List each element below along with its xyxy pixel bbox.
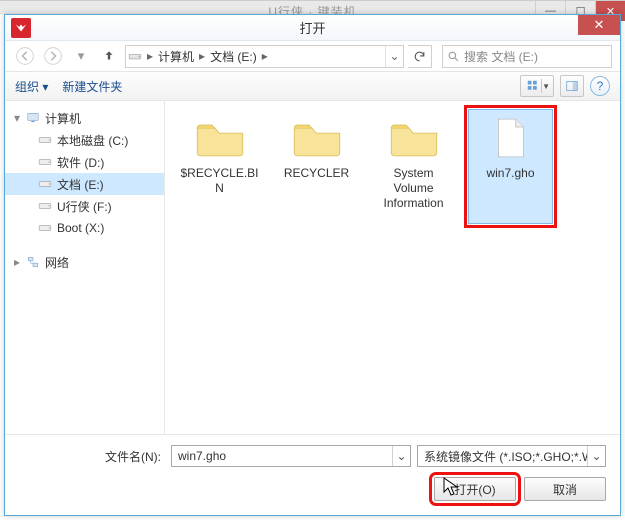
drive-icon: [37, 132, 53, 148]
filename-value: win7.gho: [172, 449, 392, 463]
nav-recent-dropdown[interactable]: ▾: [69, 44, 93, 68]
file-item-folder[interactable]: RECYCLER: [274, 109, 359, 224]
network-icon: [25, 254, 41, 270]
tree-node-drive[interactable]: Boot (X:): [5, 217, 164, 239]
file-label: win7.gho: [484, 166, 536, 181]
background-window: U行侠 · 键装机 — ☐ ✕: [0, 0, 625, 14]
dialog-titlebar: 打开 ✕: [5, 15, 620, 41]
folder-icon: [192, 114, 248, 162]
computer-icon: [25, 110, 41, 126]
file-item-folder[interactable]: $RECYCLE.BIN: [177, 109, 262, 224]
file-item-selected[interactable]: win7.gho: [468, 109, 553, 224]
file-icon: [483, 114, 539, 162]
tree-label: U行侠 (F:): [57, 198, 112, 215]
toolbar: 组织 ▾ 新建文件夹 ▼ ?: [5, 71, 620, 101]
dialog-footer: 文件名(N): win7.gho ⌄ 系统镜像文件 (*.ISO;*.GHO;*…: [5, 434, 620, 515]
help-button[interactable]: ?: [590, 76, 610, 96]
dialog-close-button[interactable]: ✕: [578, 15, 620, 35]
address-bar: ▾ ▸ 计算机 ▸ 文档 (E:) ▸ ⌄ 搜索 文档 (E:): [5, 41, 620, 71]
drive-icon: [37, 154, 53, 170]
nav-up-button[interactable]: [97, 44, 121, 68]
chevron-right-icon: ▸: [259, 49, 271, 63]
tree-node-computer[interactable]: ▾ 计算机: [5, 107, 164, 129]
file-item-folder[interactable]: System Volume Information: [371, 109, 456, 224]
open-button[interactable]: 打开(O): [434, 477, 516, 501]
new-folder-button[interactable]: 新建文件夹: [62, 78, 122, 95]
breadcrumb-field[interactable]: ▸ 计算机 ▸ 文档 (E:) ▸ ⌄: [125, 45, 404, 68]
filename-combo[interactable]: win7.gho ⌄: [171, 445, 411, 467]
drive-icon: [37, 220, 53, 236]
breadcrumb-folder[interactable]: 文档 (E:): [208, 48, 259, 65]
cancel-button[interactable]: 取消: [524, 477, 606, 501]
search-icon: [447, 50, 460, 63]
collapse-icon: ▾: [13, 111, 21, 125]
tree-node-drive-selected[interactable]: 文档 (E:): [5, 173, 164, 195]
search-input[interactable]: 搜索 文档 (E:): [442, 45, 612, 68]
tree-label: 文档 (E:): [57, 176, 104, 193]
chevron-right-icon: ▸: [196, 49, 208, 63]
refresh-button[interactable]: [408, 45, 432, 68]
chevron-down-icon: ⌄: [587, 446, 605, 466]
tree-label: 网络: [45, 254, 69, 271]
drive-icon: [37, 198, 53, 214]
view-mode-button[interactable]: ▼: [520, 75, 554, 97]
expand-icon: ▸: [13, 255, 21, 269]
breadcrumb-dropdown[interactable]: ⌄: [385, 46, 403, 67]
file-label: RECYCLER: [282, 166, 351, 181]
dialog-title: 打开: [299, 18, 325, 37]
file-label: $RECYCLE.BIN: [178, 166, 261, 196]
filename-label: 文件名(N):: [19, 448, 165, 465]
tree-node-network[interactable]: ▸ 网络: [5, 251, 164, 273]
open-file-dialog: 打开 ✕ ▾ ▸ 计算机 ▸ 文档 (E:) ▸ ⌄: [4, 14, 621, 516]
tree-label: 计算机: [45, 110, 81, 127]
tree-label: 本地磁盘 (C:): [57, 132, 128, 149]
breadcrumb-root[interactable]: 计算机: [156, 48, 196, 65]
tree-label: Boot (X:): [57, 221, 104, 235]
file-type-filter[interactable]: 系统镜像文件 (*.ISO;*.GHO;*.W ⌄: [417, 445, 606, 467]
navigation-pane: ▾ 计算机 本地磁盘 (C:) 软件 (D:) 文档 (E:) U行侠 (F:): [5, 101, 165, 434]
drive-icon: [37, 176, 53, 192]
folder-icon: [289, 114, 345, 162]
app-icon: [11, 18, 31, 38]
file-list-pane[interactable]: $RECYCLE.BIN RECYCLER System Volume Info…: [165, 101, 620, 434]
drive-icon: [126, 50, 144, 62]
chevron-right-icon: ▸: [144, 49, 156, 63]
tree-node-drive[interactable]: 本地磁盘 (C:): [5, 129, 164, 151]
file-label: System Volume Information: [372, 166, 455, 211]
nav-forward-button[interactable]: [41, 44, 65, 68]
nav-back-button[interactable]: [13, 44, 37, 68]
tree-label: 软件 (D:): [57, 154, 104, 171]
preview-pane-button[interactable]: [560, 75, 584, 97]
chevron-down-icon: ⌄: [392, 446, 410, 466]
tree-node-drive[interactable]: U行侠 (F:): [5, 195, 164, 217]
search-placeholder: 搜索 文档 (E:): [464, 48, 538, 65]
folder-icon: [386, 114, 442, 162]
filter-value: 系统镜像文件 (*.ISO;*.GHO;*.W: [418, 448, 587, 465]
organize-menu[interactable]: 组织 ▾: [15, 78, 48, 95]
tree-node-drive[interactable]: 软件 (D:): [5, 151, 164, 173]
